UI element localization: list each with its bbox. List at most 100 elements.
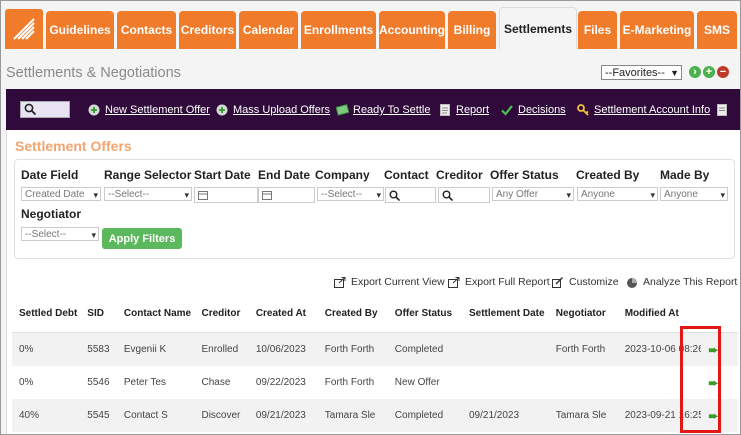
column-header[interactable]: Settled Debt <box>12 295 81 333</box>
cell-created-at: 10/06/2023 <box>248 332 318 366</box>
company-select[interactable]: --Select-- ▾ <box>317 187 384 201</box>
filters-box: Date Field Range Selector Start Date End… <box>14 159 735 259</box>
export-current-view-link[interactable]: Export Current View <box>334 275 445 289</box>
apply-filters-button[interactable]: Apply Filters <box>102 228 182 249</box>
cell-creditor: Enrolled <box>194 332 249 366</box>
cell-negotiator: Tamara Sle <box>548 399 618 432</box>
add-favorite-icon[interactable]: + <box>703 66 715 78</box>
table-row[interactable]: 0% 5583 Evgenii K Enrolled 10/06/2023 Fo… <box>12 332 738 366</box>
checkmark-icon <box>501 104 513 116</box>
title-bar: Settlements & Negotiations --Favorites--… <box>1 49 740 89</box>
table-row[interactable]: 40% 5545 Contact S Discover 09/21/2023 T… <box>12 399 738 432</box>
go-arrow-icon[interactable]: › <box>689 66 701 78</box>
top-nav: Guidelines Contacts Creditors Calendar E… <box>1 1 740 50</box>
range-selector-select[interactable]: --Select-- ▾ <box>104 187 192 201</box>
row-open-arrow-icon[interactable]: ➨ <box>701 399 738 432</box>
cell-contact-name: Peter Tes <box>123 377 166 388</box>
tab-settlements[interactable]: Settlements <box>499 7 577 50</box>
tab-accounting[interactable]: Accounting <box>379 11 445 49</box>
action-label: New Settlement Offer <box>105 104 210 116</box>
column-header[interactable]: Contact Name <box>116 295 195 333</box>
tab-label: Enrollments <box>303 23 374 37</box>
select-value: --Select-- <box>108 189 150 200</box>
decisions-button[interactable]: Decisions <box>501 103 566 117</box>
pie-chart-icon <box>626 277 638 288</box>
export-icon <box>334 276 346 288</box>
tab-e-marketing[interactable]: E-Marketing <box>620 11 694 49</box>
start-date-input[interactable] <box>194 187 258 203</box>
tab-enrollments[interactable]: Enrollments <box>301 11 376 49</box>
cell-settled-debt: 40% <box>12 399 81 432</box>
report-button[interactable]: Report <box>439 103 489 117</box>
calendar-icon <box>262 191 272 200</box>
cell-settlement-date <box>462 366 549 399</box>
created-by-select[interactable]: Anyone ▾ <box>577 187 658 201</box>
select-value: Created Date <box>25 189 85 200</box>
negotiator-select[interactable]: --Select-- ▾ <box>21 227 99 241</box>
cell-negotiator <box>549 366 618 399</box>
tab-guidelines[interactable]: Guidelines <box>46 11 114 49</box>
tab-sms[interactable]: SMS <box>697 11 737 49</box>
cell-creditor: Chase <box>201 377 231 388</box>
report-icon <box>716 104 728 116</box>
contact-search-input[interactable] <box>385 187 436 203</box>
date-field-label: Date Field <box>21 168 79 182</box>
row-open-arrow-icon[interactable]: ➨ <box>701 332 738 366</box>
made-by-label: Made By <box>660 168 710 182</box>
date-field-select[interactable]: Created Date ▾ <box>21 187 101 201</box>
column-header[interactable]: Offer Status <box>387 295 462 333</box>
action-label: Ready To Settle <box>353 104 431 116</box>
more-report-icon[interactable] <box>716 103 733 117</box>
tab-billing[interactable]: Billing <box>448 11 496 49</box>
end-date-input[interactable] <box>258 187 315 203</box>
cell-modified-at: 2023-09-21 16:25: <box>617 399 702 432</box>
tab-creditors[interactable]: Creditors <box>179 11 236 49</box>
cell-sid: 5583 <box>80 332 117 366</box>
end-date-label: End Date <box>258 168 311 182</box>
mass-upload-offers-button[interactable]: Mass Upload Offers <box>216 103 330 117</box>
ready-to-settle-button[interactable]: Ready To Settle <box>335 103 431 117</box>
chevron-down-icon: ▾ <box>184 190 189 200</box>
column-header[interactable]: Settlement Date <box>462 295 549 333</box>
tab-label: Accounting <box>379 23 445 37</box>
analyze-report-link[interactable]: Analyze This Report <box>626 275 737 289</box>
made-by-select[interactable]: Anyone ▾ <box>660 187 728 201</box>
calendar-icon <box>198 191 208 200</box>
export-full-report-link[interactable]: Export Full Report <box>448 275 550 289</box>
settlement-account-info-button[interactable]: Settlement Account Info <box>577 103 710 117</box>
plus-circle-icon <box>216 104 228 116</box>
favorites-dropdown[interactable]: --Favorites-- ▼ <box>601 65 682 80</box>
export-label: Export Current View <box>351 276 445 288</box>
offer-status-select[interactable]: Any Offer ▾ <box>492 187 574 201</box>
action-column-header <box>701 295 738 333</box>
chevron-down-icon: ▾ <box>566 190 571 200</box>
row-open-arrow-icon[interactable]: ➨ <box>701 366 738 399</box>
column-header[interactable]: Negotiator <box>548 295 618 333</box>
tab-label: Creditors <box>180 23 235 37</box>
cell-sid: 5546 <box>87 377 110 388</box>
cell-created-at: 09/22/2023 <box>255 377 306 388</box>
tab-calendar[interactable]: Calendar <box>239 11 298 49</box>
logo-icon[interactable] <box>5 9 43 49</box>
cell-offer-status: New Offer <box>394 377 440 388</box>
app-window: Guidelines Contacts Creditors Calendar E… <box>0 0 741 435</box>
toolbar-search-input[interactable] <box>20 101 70 118</box>
new-settlement-offer-button[interactable]: New Settlement Offer <box>88 103 210 117</box>
column-header[interactable]: Created By <box>317 295 388 333</box>
column-header[interactable]: SID <box>80 295 117 333</box>
range-selector-label: Range Selector <box>104 168 192 182</box>
column-header[interactable]: Creditor <box>194 295 249 333</box>
column-header[interactable]: Created At <box>248 295 318 333</box>
chevron-down-icon: ▾ <box>650 190 655 200</box>
table-row[interactable]: 0% 5546 Peter Tes Chase 09/22/2023 Forth… <box>12 366 738 399</box>
column-header[interactable]: Modified At <box>617 295 702 333</box>
cell-settled-debt: 0% <box>19 377 34 388</box>
creditor-search-input[interactable] <box>438 187 490 203</box>
export-label: Analyze This Report <box>643 276 738 288</box>
remove-favorite-icon[interactable]: − <box>717 66 729 78</box>
tab-contacts[interactable]: Contacts <box>117 11 176 49</box>
tab-files[interactable]: Files <box>578 11 617 49</box>
customize-link[interactable]: Customize <box>552 275 619 289</box>
search-icon <box>442 190 453 201</box>
chevron-down-icon: ▼ <box>670 68 679 78</box>
